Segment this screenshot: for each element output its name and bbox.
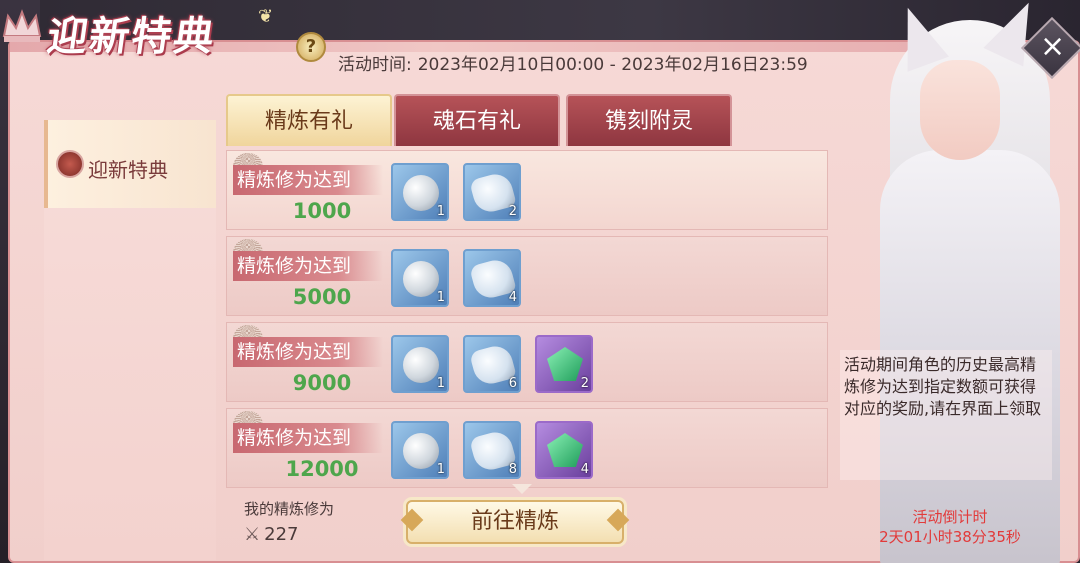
event-description: 活动期间角色的历史最高精炼修为达到指定数额可获得对应的奖励,请在界面上领取 xyxy=(840,350,1052,480)
reward-row: 精炼修为达到 12000 1 8 4 xyxy=(226,408,828,488)
reward-count: 6 xyxy=(508,376,517,391)
scroll-indicator-icon xyxy=(512,484,532,494)
sidebar-item-label: 迎新特典 xyxy=(88,158,168,182)
title-banner: 迎新特典 ❦ xyxy=(0,0,290,80)
reward-item[interactable]: 1 xyxy=(391,249,449,307)
requirement-amount: 5000 xyxy=(292,285,352,309)
emerald-gem-icon xyxy=(547,433,583,467)
requirement-label: 精炼修为达到 xyxy=(233,423,383,453)
reward-count: 1 xyxy=(436,462,445,477)
crossed-swords-icon: ⚔ xyxy=(244,524,261,545)
event-time-value: 2023年02月10日00:00 - 2023年02月16日23:59 xyxy=(417,55,808,75)
emerald-gem-icon xyxy=(547,347,583,381)
silver-coin-icon xyxy=(403,433,439,469)
reward-count: 2 xyxy=(580,376,589,391)
reward-count: 1 xyxy=(436,290,445,305)
requirement-amount: 9000 xyxy=(292,371,352,395)
tab-soulstone-gift[interactable]: 魂石有礼 xyxy=(394,94,560,146)
silver-coin-icon xyxy=(403,175,439,211)
page-title: 迎新特典 xyxy=(44,13,219,60)
reward-count: 4 xyxy=(580,462,589,477)
tab-engrave-enchant[interactable]: 镌刻附灵 xyxy=(566,94,732,146)
goto-refine-label: 前往精炼 xyxy=(470,509,559,534)
butterfly-icon: ❦ xyxy=(258,6,274,27)
sidebar-item-welcome[interactable]: 迎新特典 xyxy=(44,120,216,208)
silver-coin-icon xyxy=(403,347,439,383)
reward-item[interactable]: 2 xyxy=(463,163,521,221)
countdown-value: 2天01小时38分35秒 xyxy=(879,528,1021,546)
countdown-title: 活动倒计时 xyxy=(912,508,988,526)
requirement-label: 精炼修为达到 xyxy=(233,337,383,367)
close-icon: × xyxy=(1040,29,1066,64)
reward-row: 精炼修为达到 1000 1 2 xyxy=(226,150,828,230)
requirement-label: 精炼修为达到 xyxy=(233,165,383,195)
crown-icon xyxy=(2,9,42,42)
help-button[interactable]: ? xyxy=(296,32,326,62)
my-refine-value-wrap: ⚔ 227 xyxy=(244,524,299,545)
tab-refine-gift[interactable]: 精炼有礼 xyxy=(226,94,392,146)
my-refine-value: 227 xyxy=(264,524,299,545)
event-time: 活动时间: 2023年02月10日00:00 - 2023年02月16日23:59 xyxy=(338,50,814,75)
reward-item[interactable]: 4 xyxy=(535,421,593,479)
silver-coin-icon xyxy=(403,261,439,297)
event-time-label: 活动时间: xyxy=(338,55,412,75)
reward-item[interactable]: 4 xyxy=(463,249,521,307)
requirement-label: 精炼修为达到 xyxy=(233,251,383,281)
reward-item[interactable]: 2 xyxy=(535,335,593,393)
reward-count: 4 xyxy=(508,290,517,305)
reward-row: 精炼修为达到 9000 1 6 2 xyxy=(226,322,828,402)
reward-row: 精炼修为达到 5000 1 4 xyxy=(226,236,828,316)
reward-count: 1 xyxy=(436,204,445,219)
reward-item[interactable]: 6 xyxy=(463,335,521,393)
requirement-amount: 1000 xyxy=(292,199,352,223)
reward-item[interactable]: 1 xyxy=(391,421,449,479)
emblem-icon xyxy=(56,150,84,178)
my-refine-label: 我的精炼修为 xyxy=(244,500,335,518)
reward-count: 8 xyxy=(508,462,517,477)
tab-bar: 精炼有礼 魂石有礼 镌刻附灵 xyxy=(222,94,832,146)
goto-refine-button[interactable]: 前往精炼 xyxy=(400,500,630,544)
reward-count: 2 xyxy=(508,204,517,219)
reward-list: 精炼修为达到 1000 1 2 精炼修为达到 5000 1 4 精炼修为达到 9… xyxy=(226,148,828,488)
character-face xyxy=(920,60,1000,160)
requirement-amount: 12000 xyxy=(285,457,359,481)
reward-item[interactable]: 8 xyxy=(463,421,521,479)
reward-item[interactable]: 1 xyxy=(391,163,449,221)
sidebar: 迎新特典 xyxy=(44,120,216,560)
reward-item[interactable]: 1 xyxy=(391,335,449,393)
reward-count: 1 xyxy=(436,376,445,391)
